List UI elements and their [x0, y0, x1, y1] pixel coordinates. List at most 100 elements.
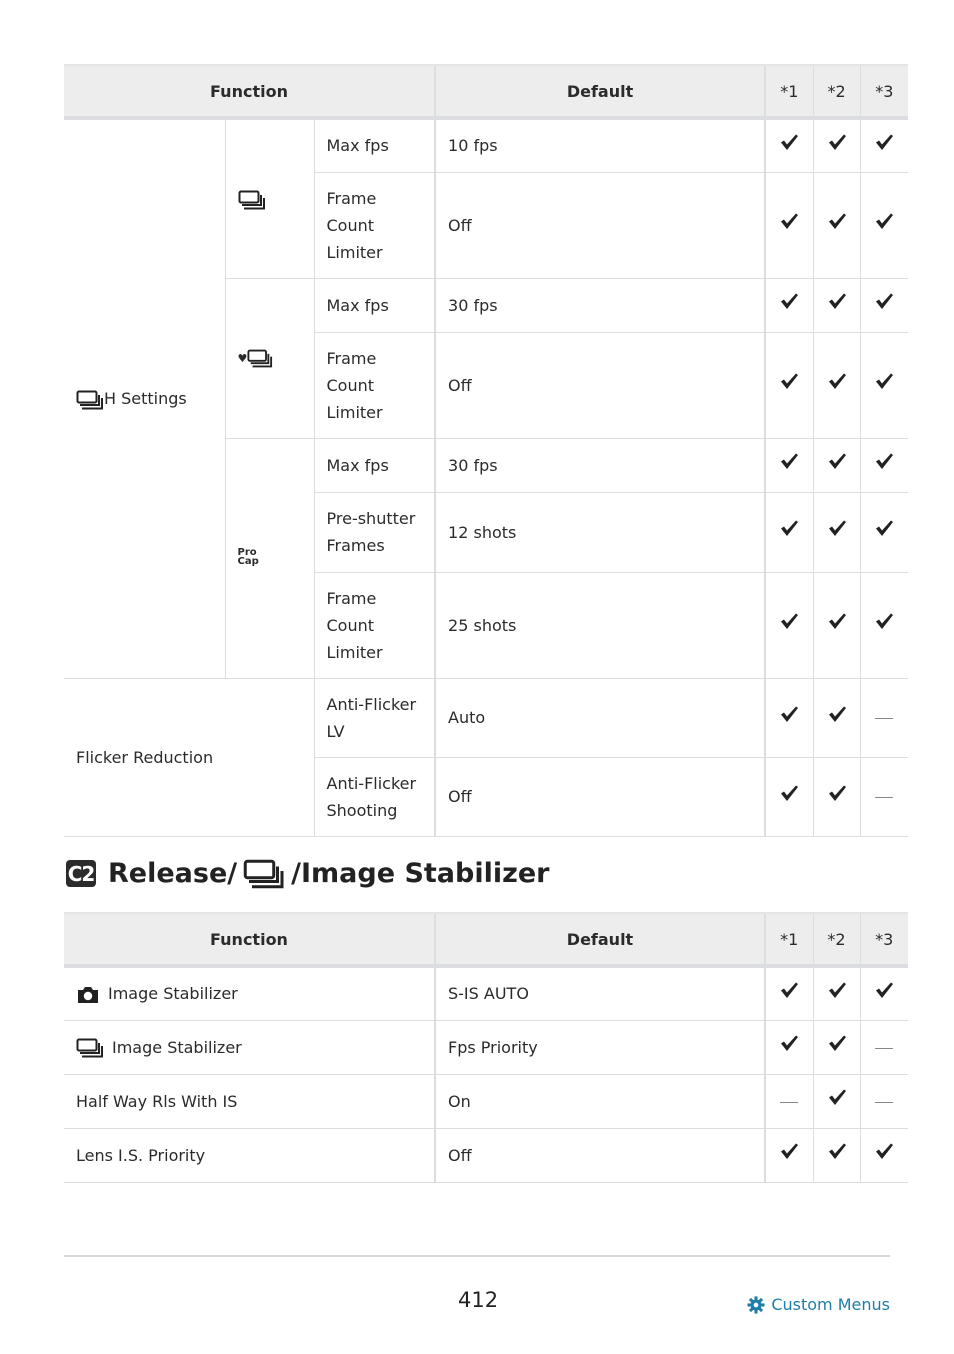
default-value: On: [434, 1073, 766, 1129]
check-icon: [827, 291, 847, 311]
setting-name: Frame Count Limiter: [314, 331, 436, 439]
table-header-row: Function Default *1 *2 *3: [64, 912, 908, 968]
mode-1-cell: [764, 491, 814, 573]
footer-divider: [64, 1255, 890, 1257]
check-icon: [827, 132, 847, 152]
header-mode-2: *2: [812, 912, 861, 968]
function-name: Image Stabilizer: [64, 1019, 436, 1075]
mode-3-cell: [859, 677, 909, 758]
table-row: Image Stabilizer S-IS AUTO: [64, 965, 908, 1021]
mode-1-cell: [764, 117, 814, 173]
mode-2-cell: [812, 331, 861, 439]
mode-2-cell: [812, 965, 861, 1021]
check-icon: [874, 291, 894, 311]
custom-menus-link[interactable]: Custom Menus: [747, 1295, 890, 1314]
default-value: 25 shots: [434, 571, 766, 679]
mode-3-cell: [859, 117, 909, 173]
table-row: Lens I.S. Priority Off: [64, 1127, 908, 1183]
check-icon: [874, 1141, 894, 1161]
header-mode-1: *1: [764, 64, 814, 120]
table-row: Flicker Reduction Anti-Flicker LV Auto: [64, 677, 909, 837]
table-row: H Settings Max fps 10 fps: [64, 117, 909, 679]
default-value: 30 fps: [434, 277, 766, 333]
h-settings-cell: H Settings: [64, 117, 226, 679]
mode-1-cell: [764, 1127, 814, 1183]
check-icon: [827, 611, 847, 631]
setting-name: Max fps: [313, 277, 436, 333]
check-icon: [779, 783, 799, 803]
section-title: C2 Release/ /Image Stabilizer: [66, 858, 549, 889]
dash-icon: [875, 718, 894, 719]
check-icon: [874, 132, 894, 152]
mode-1-cell: [764, 171, 814, 279]
check-icon: [874, 611, 894, 631]
function-table-h-settings: Function Default *1 *2 *3 H Settings Max …: [64, 64, 909, 837]
check-icon: [827, 451, 847, 471]
check-icon: [779, 132, 799, 152]
mode-3-cell: [859, 331, 909, 439]
default-value: 12 shots: [434, 491, 766, 573]
check-icon: [779, 211, 799, 231]
setting-name: Anti-Flicker Shooting: [314, 756, 436, 837]
check-icon: [874, 371, 894, 391]
table-row: Image Stabilizer Fps Priority: [64, 1019, 908, 1075]
dash-icon: [875, 1101, 894, 1103]
function-name: Image Stabilizer: [64, 965, 436, 1021]
c2-badge-icon: C2: [66, 860, 96, 887]
mode-2-cell: [812, 1127, 861, 1183]
default-value: 10 fps: [434, 117, 766, 173]
header-mode-2: *2: [812, 64, 861, 120]
mode-2-cell: [812, 491, 861, 573]
check-icon: [874, 518, 894, 538]
header-mode-3: *3: [859, 64, 909, 120]
default-value: Off: [434, 171, 766, 279]
pro-capture-icon: Pro Cap: [237, 546, 259, 567]
check-icon: [779, 371, 799, 391]
mode-3-cell: [859, 571, 909, 679]
mode-3-cell: [859, 965, 908, 1021]
default-value: Auto: [434, 677, 766, 758]
check-icon: [779, 1033, 799, 1053]
check-icon: [827, 518, 847, 538]
check-icon: [779, 980, 799, 1000]
default-value: Off: [434, 331, 766, 439]
default-value: Off: [434, 1127, 766, 1183]
sequential-shooting-icon: [243, 859, 285, 889]
dash-icon: [875, 797, 894, 798]
sequential-shooting-icon: [76, 1038, 104, 1058]
setting-name: Frame Count Limiter: [314, 571, 436, 679]
default-value: 30 fps: [434, 437, 766, 493]
header-function: Function: [64, 912, 436, 968]
mode-3-cell: [859, 756, 909, 837]
mode-1-cell: [764, 277, 814, 333]
mode-1-cell: [764, 1019, 814, 1075]
mode-3-cell: [859, 1073, 908, 1129]
mode-2-cell: [812, 1019, 861, 1075]
header-default: Default: [434, 912, 766, 968]
check-icon: [827, 1033, 847, 1053]
mode-2-cell: [812, 117, 861, 173]
mode-1-cell: [764, 1073, 814, 1129]
check-icon: [827, 704, 847, 724]
function-name: Half Way Rls With IS: [64, 1073, 436, 1129]
check-icon: [779, 704, 799, 724]
section-title-part1: Release/: [108, 858, 238, 889]
mode-3-cell: [859, 1019, 908, 1075]
check-icon: [779, 518, 799, 538]
check-icon: [827, 1087, 847, 1107]
mode-1-cell: [764, 437, 814, 493]
setting-name: Max fps: [313, 437, 436, 493]
silent-sequential-shooting-icon: ♥: [238, 352, 274, 365]
page-number: 412: [458, 1288, 499, 1312]
mode-1-cell: [764, 677, 814, 758]
mode-3-cell: [859, 1127, 908, 1183]
mode-1-cell: [764, 756, 814, 837]
dash-icon: [780, 1101, 799, 1103]
check-icon: [827, 371, 847, 391]
header-default: Default: [434, 64, 766, 120]
check-icon: [779, 1141, 799, 1161]
mode-1-cell: [764, 965, 814, 1021]
mode-1-cell: [764, 571, 814, 679]
check-icon: [827, 211, 847, 231]
check-icon: [779, 611, 799, 631]
